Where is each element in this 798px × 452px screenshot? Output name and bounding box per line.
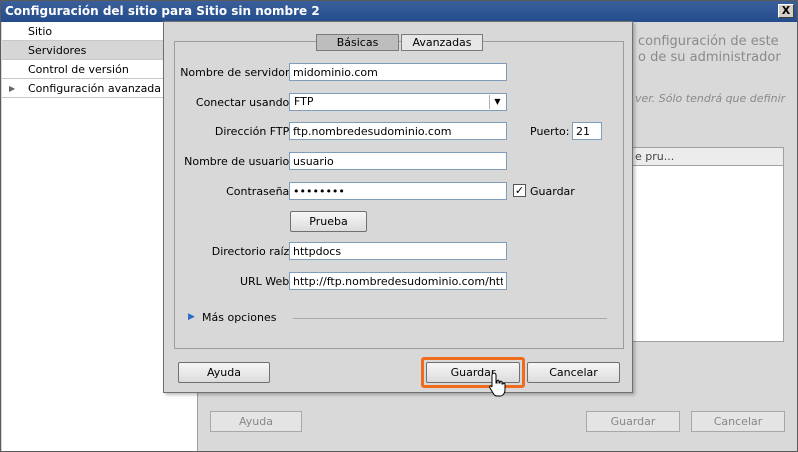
cancel-button[interactable]: Cancelar [527, 362, 620, 383]
web-url-label: URL Web: [239, 275, 293, 288]
more-options-expand-icon[interactable]: ▶ [188, 312, 195, 322]
password-input[interactable] [289, 182, 507, 200]
test-connection-button[interactable]: Prueba [290, 211, 367, 232]
connect-using-select[interactable]: FTP ▼ [289, 93, 507, 111]
port-label: Puerto: [530, 125, 570, 138]
background-info-italic: ver. Sólo tendrá que definir [635, 92, 786, 105]
save-password-checkbox[interactable]: ✓ [513, 184, 526, 197]
tab-basicas[interactable]: Básicas [316, 34, 399, 51]
connect-using-label: Conectar usando: [195, 96, 293, 109]
sidebar-item-label: Servidores [28, 44, 87, 57]
sidebar-item-label: Sitio [28, 25, 53, 38]
username-label: Nombre de usuario: [184, 155, 293, 168]
username-input[interactable] [289, 152, 507, 170]
save-password-label: Guardar [530, 185, 575, 198]
server-settings-panel: Básicas Avanzadas Nombre de servidor: Co… [174, 34, 624, 349]
background-help-button: Ayuda [210, 411, 302, 432]
background-info-line: o de su administrador [638, 50, 781, 65]
tab-avanzadas[interactable]: Avanzadas [401, 34, 483, 51]
background-info-line: configuración de este [638, 34, 779, 49]
window-title: Configuración del sitio para Sitio sin n… [1, 1, 797, 22]
sidebar-item-label: Configuración avanzada [28, 82, 162, 95]
connect-using-value: FTP [294, 95, 314, 108]
background-save-button: Guardar [586, 411, 680, 432]
ftp-address-input[interactable] [289, 122, 507, 140]
port-input[interactable] [572, 122, 602, 140]
expand-arrow-icon[interactable]: ▶ [9, 79, 15, 98]
more-options-divider [293, 318, 607, 319]
more-options-label[interactable]: Más opciones [202, 311, 276, 324]
server-name-input[interactable] [289, 63, 507, 81]
chevron-down-icon[interactable]: ▼ [489, 95, 505, 109]
background-server-list: e pru... [628, 147, 784, 342]
close-icon[interactable]: X [778, 4, 794, 18]
ftp-address-label: Dirección FTP: [214, 125, 293, 138]
root-directory-input[interactable] [289, 242, 507, 260]
server-name-label: Nombre de servidor: [180, 66, 293, 79]
help-button[interactable]: Ayuda [178, 362, 270, 383]
server-settings-dialog: Básicas Avanzadas Nombre de servidor: Co… [163, 21, 633, 393]
web-url-input[interactable] [289, 272, 507, 290]
sidebar-item-label: Control de versión [28, 63, 129, 76]
hand-cursor-icon [489, 372, 506, 397]
background-cancel-button: Cancelar [691, 411, 785, 432]
password-label: Contraseña: [226, 185, 293, 198]
root-directory-label: Directorio raíz: [211, 245, 293, 258]
background-list-header: e pru... [629, 148, 783, 166]
